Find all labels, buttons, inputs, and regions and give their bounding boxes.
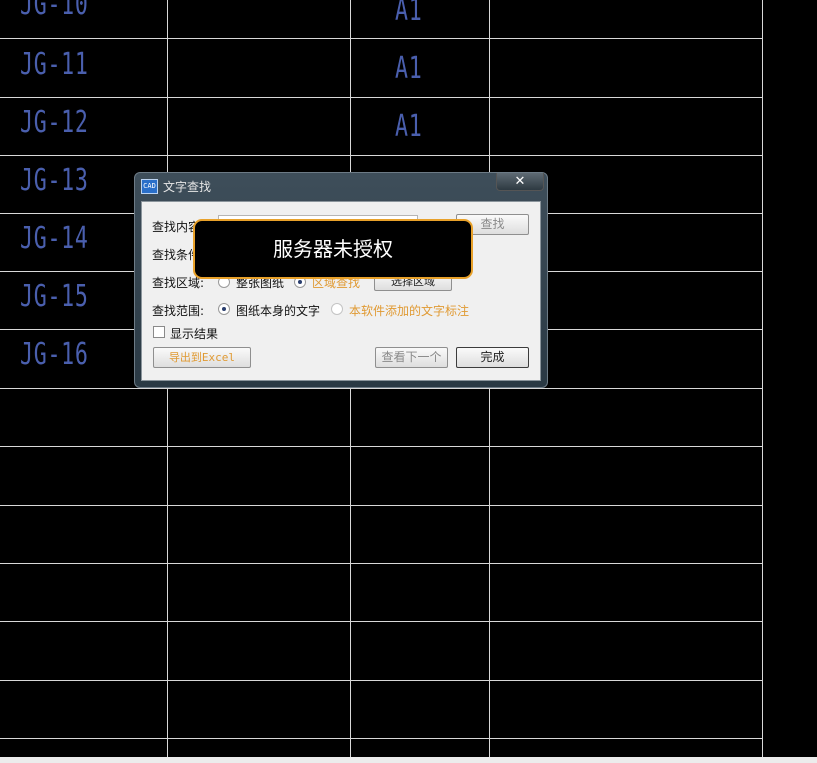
status-strip: [0, 757, 817, 763]
table-line: [0, 621, 763, 622]
software-annotation-label: 本软件添加的文字标注: [349, 304, 470, 318]
cad-type-text: A1: [395, 0, 423, 28]
cad-code-text: JG-13: [20, 163, 89, 198]
dialog-title: 文字查找: [163, 180, 212, 194]
table-line: [0, 505, 763, 506]
cad-code-text: JG-14: [20, 221, 89, 256]
cad-code-text: JG-10: [20, 0, 89, 22]
find-text-dialog: CAD 文字查找 ✕ 查找内容 查找 查找条件 查找区域: 整张图纸 区域查找 …: [134, 172, 548, 388]
cad-code-text: JG-15: [20, 279, 89, 314]
table-line: [0, 738, 763, 739]
cad-code-text: JG-11: [20, 47, 89, 82]
cad-type-text: A1: [395, 51, 423, 86]
view-next-button[interactable]: 查看下一个: [375, 347, 448, 368]
done-button[interactable]: 完成: [456, 347, 529, 368]
table-line: [0, 446, 763, 447]
server-unauthorized-toast: 服务器未授权: [193, 219, 473, 279]
cad-code-text: JG-12: [20, 105, 89, 140]
dialog-titlebar[interactable]: CAD 文字查找 ✕: [135, 173, 547, 199]
table-line: [0, 97, 763, 98]
drawing-text-radio[interactable]: [218, 303, 230, 315]
app-icon: CAD: [141, 179, 158, 194]
show-results-label: 显示结果: [170, 327, 219, 341]
cad-type-text: A1: [395, 109, 423, 144]
table-line: [0, 388, 763, 389]
table-line: [762, 0, 763, 757]
show-results-checkbox[interactable]: [153, 326, 165, 338]
table-line: [0, 38, 763, 39]
export-excel-button[interactable]: 导出到Excel: [153, 347, 251, 368]
table-line: [0, 563, 763, 564]
find-scope-label: 查找范围:: [152, 304, 205, 318]
close-button[interactable]: ✕: [496, 173, 544, 191]
table-line: [0, 680, 763, 681]
cad-code-text: JG-16: [20, 337, 89, 372]
drawing-text-label: 图纸本身的文字: [236, 304, 321, 318]
software-annotation-radio[interactable]: [331, 303, 343, 315]
table-line: [0, 155, 763, 156]
